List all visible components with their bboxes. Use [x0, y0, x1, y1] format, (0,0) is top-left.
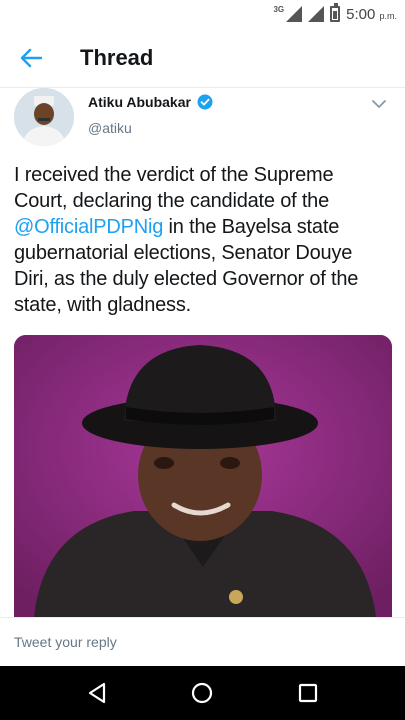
circle-home-icon — [192, 682, 213, 704]
network-type: 3G — [273, 4, 285, 14]
triangle-back-icon — [88, 682, 105, 704]
author-handle[interactable]: @atiku — [88, 120, 132, 136]
system-home-button[interactable] — [178, 669, 226, 717]
clock-time: 5:00 — [346, 5, 376, 23]
author-name: Atiku Abubakar — [88, 94, 191, 110]
verified-badge-icon — [197, 94, 213, 110]
battery-icon — [330, 3, 341, 22]
tweet-author[interactable]: Atiku Abubakar — [88, 94, 213, 110]
signal-icon-2 — [308, 6, 325, 22]
tweet-text: I received the verdict of the Supreme Co… — [14, 162, 392, 318]
tweet-options-button[interactable] — [367, 92, 391, 116]
tweet-photo[interactable] — [14, 335, 392, 617]
system-recents-button[interactable] — [284, 669, 332, 717]
signal-icon — [286, 6, 303, 22]
status-bar: 3G 5:00 p.m. — [0, 0, 405, 28]
chevron-down-icon — [372, 100, 386, 108]
back-button[interactable] — [0, 28, 62, 88]
square-recents-icon — [299, 683, 318, 703]
page-title: Thread — [80, 44, 154, 70]
system-back-button[interactable] — [73, 669, 121, 717]
clock: 5:00 p.m. — [346, 6, 397, 23]
avatar-image — [14, 88, 74, 146]
app-bar: Thread — [0, 28, 405, 88]
reply-input[interactable]: Tweet your reply — [14, 634, 117, 650]
avatar[interactable] — [14, 88, 74, 146]
arrow-left-icon — [20, 48, 42, 67]
tweet-text-start: I received the verdict of the Supreme Co… — [14, 164, 334, 212]
photo-image — [14, 335, 392, 617]
status-indicators: 3G 5:00 p.m. — [273, 3, 397, 24]
mention-link[interactable]: @OfficialPDPNig — [14, 216, 163, 238]
system-nav-bar — [0, 666, 405, 720]
clock-ampm: p.m. — [379, 10, 397, 21]
reply-bar: Tweet your reply — [0, 617, 405, 665]
